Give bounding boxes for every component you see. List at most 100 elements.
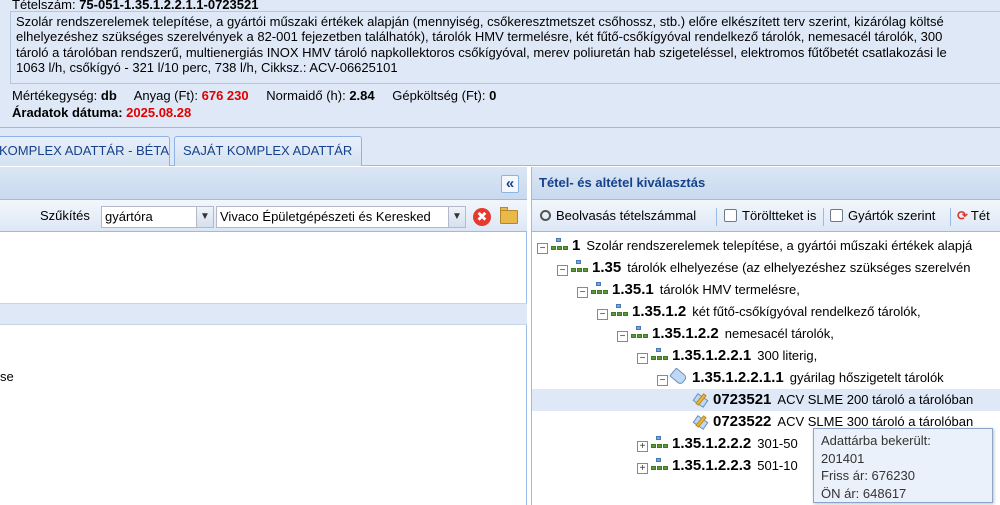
node-code: 1.35.1.2.2.1.1 bbox=[692, 369, 784, 386]
tree-node-selected[interactable]: 0723521 ACV SLME 200 tároló a tárolóban bbox=[532, 389, 1000, 411]
toolbar-divider bbox=[950, 208, 951, 226]
item-info-panel: Tételszám: 75-051-1.35.1.2.2.1.1-0723521… bbox=[0, 0, 1000, 128]
refresh-button[interactable]: ⟳ Tét bbox=[957, 208, 990, 224]
collapse-node-icon[interactable]: − bbox=[597, 309, 608, 320]
grid-row-text: se bbox=[0, 369, 14, 384]
tooltip-added-value: 201401 bbox=[821, 450, 865, 466]
tree-node[interactable]: − 1.35.1.2.2.1.1 gyárilag hőszigetelt táro… bbox=[657, 367, 944, 389]
filter-type-value: gyártóra bbox=[105, 209, 153, 224]
toolbar-divider bbox=[716, 208, 717, 226]
price-date: Áradatok dátuma: 2025.08.28 bbox=[12, 105, 191, 120]
collapse-node-icon[interactable]: − bbox=[637, 353, 648, 364]
tree-node[interactable]: − 1.35.1.2.2.1 300 literig, bbox=[637, 345, 817, 367]
node-label: 501-10 bbox=[757, 458, 798, 473]
node-code: 1.35.1.2.2 bbox=[652, 325, 719, 342]
tree-toolbar: Beolvasás tételszámmal Töröltteket is Gy… bbox=[532, 200, 1000, 232]
node-label: tárolók HMV termelésre, bbox=[659, 282, 800, 297]
hierarchy-icon bbox=[571, 260, 588, 273]
item-description: Szolár rendszerelemek telepítése, a gyár… bbox=[10, 11, 1000, 84]
node-code: 1.35 bbox=[592, 259, 622, 276]
collapse-panel-button[interactable]: « bbox=[501, 175, 519, 193]
tab-komplex-adattar-beta[interactable]: KOMPLEX ADATTÁR - BÉTA bbox=[0, 136, 170, 166]
node-label: 301-50 bbox=[757, 436, 798, 451]
item-tooltip: Adattárba bekerült: 201401 Friss ár: 676… bbox=[813, 428, 993, 503]
clear-filter-icon[interactable]: ✖ bbox=[473, 208, 491, 226]
filter-toolbar: Szűkítés gyártóra ▼ Vivaco Épületgépésze… bbox=[0, 200, 527, 232]
node-label: nemesacél tárolók, bbox=[724, 326, 834, 341]
normtime-value: 2.84 bbox=[349, 88, 375, 103]
price-date-value: 2025.08.28 bbox=[126, 105, 192, 120]
hierarchy-icon bbox=[591, 282, 608, 295]
show-deleted-checkbox[interactable]: Töröltteket is bbox=[724, 208, 816, 223]
tree-node[interactable]: +1.35.1.2.2.2 301-50 bbox=[637, 433, 798, 455]
machine-cost-value: 0 bbox=[489, 88, 497, 103]
tree-node[interactable]: − 1.35 tárolók elhelyezése (az elhelyezésh… bbox=[557, 257, 970, 279]
unit-value: db bbox=[100, 88, 117, 103]
tree-node[interactable]: − 1.35.1.2.2 nemesacél tárolók, bbox=[617, 323, 834, 345]
hierarchy-icon bbox=[611, 304, 628, 317]
checkbox-icon[interactable] bbox=[724, 209, 737, 222]
toolbar-divider bbox=[823, 208, 824, 226]
tree-node[interactable]: − 1.35.1.2 két fűtő-csőkígyóval rendelkező… bbox=[597, 301, 921, 323]
refresh-label: Tét bbox=[970, 208, 990, 223]
search-icon bbox=[540, 210, 551, 221]
filter-type-select[interactable]: gyártóra ▼ bbox=[101, 206, 214, 228]
item-stats: Mértékegység: db Anyag (Ft): 676 230 Nor… bbox=[12, 88, 496, 103]
chevron-down-icon[interactable]: ▼ bbox=[196, 207, 213, 227]
collapse-node-icon[interactable]: − bbox=[617, 331, 628, 342]
hierarchy-icon bbox=[651, 348, 668, 361]
open-folder-icon[interactable] bbox=[499, 207, 520, 225]
node-label: ACV SLME 200 tároló a tárolóban bbox=[777, 392, 974, 407]
tree-node[interactable]: − 1.35.1 tárolók HMV termelésre, bbox=[577, 279, 800, 301]
node-code: 1.35.1.2 bbox=[632, 303, 687, 320]
tooltip-added-label: Adattárba bekerült: bbox=[821, 433, 931, 448]
collapse-node-icon[interactable]: − bbox=[557, 265, 568, 276]
node-label: 300 literig, bbox=[757, 348, 818, 363]
tooltip-fresh-price: Friss ár: 676230 bbox=[821, 468, 915, 483]
collapse-node-icon[interactable]: − bbox=[657, 375, 668, 386]
node-code: 1.35.1.2.2.1 bbox=[672, 347, 752, 364]
hierarchy-icon bbox=[551, 238, 568, 251]
node-code: 1 bbox=[572, 237, 581, 254]
node-label: két fűtő-csőkígyóval rendelkező tárolók, bbox=[692, 304, 921, 319]
left-panel-header: « bbox=[0, 167, 527, 200]
panel-title: Tétel- és altétel kiválasztás bbox=[539, 175, 706, 190]
left-panel: « Szűkítés gyártóra ▼ Vivaco Épületgépés… bbox=[0, 167, 527, 505]
expand-node-icon[interactable]: + bbox=[637, 463, 648, 474]
hierarchy-icon bbox=[651, 436, 668, 449]
scan-by-item-number-button[interactable]: Beolvasás tételszámmal bbox=[540, 208, 696, 223]
tab-bar: KOMPLEX ADATTÁR - BÉTA SAJÁT KOMPLEX ADA… bbox=[0, 128, 1000, 166]
description-line: tároló a tárolóban rendszerű, multienerg… bbox=[16, 44, 947, 60]
material-label: Anyag (Ft): bbox=[133, 88, 198, 103]
chevron-down-icon[interactable]: ▼ bbox=[448, 207, 465, 227]
collapse-node-icon[interactable]: − bbox=[577, 287, 588, 298]
by-manufacturer-checkbox[interactable]: Gyártók szerint bbox=[830, 208, 935, 223]
normtime-label: Normaidő (h): bbox=[266, 88, 346, 103]
manufacturer-select[interactable]: Vivaco Épületgépészeti és Keresked ▼ bbox=[216, 206, 466, 228]
description-line: Szolár rendszerelemek telepítése, a gyár… bbox=[16, 14, 944, 29]
node-code: 0723521 bbox=[713, 391, 772, 408]
collapse-node-icon[interactable]: − bbox=[537, 243, 548, 254]
hierarchy-icon bbox=[651, 458, 668, 471]
tree-node[interactable]: − 1 Szolár rendszerelemek telepítése, a gy… bbox=[537, 235, 972, 257]
tab-sajat-komplex-adattar[interactable]: SAJÁT KOMPLEX ADATTÁR bbox=[174, 136, 362, 166]
right-panel-header: Tétel- és altétel kiválasztás bbox=[532, 167, 1000, 200]
node-code: 1.35.1.2.2.2 bbox=[672, 435, 752, 452]
edit-item-icon bbox=[692, 391, 709, 408]
description-line: elhelyezéshez szükséges szerelvények a 8… bbox=[16, 29, 943, 45]
node-label: Szolár rendszerelemek telepítése, a gyár… bbox=[586, 238, 973, 253]
checkbox-icon[interactable] bbox=[830, 209, 843, 222]
node-code: 1.35.1 bbox=[612, 281, 654, 298]
grid-selected-row[interactable] bbox=[0, 303, 527, 325]
machine-cost-label: Gépköltség (Ft): bbox=[392, 88, 486, 103]
unit-label: Mértékegység: bbox=[12, 88, 98, 103]
filter-label: Szűkítés bbox=[40, 208, 90, 223]
tree-node[interactable]: +1.35.1.2.2.3 501-10 bbox=[637, 455, 798, 477]
node-label: tárolók elhelyezése (az elhelyezéshez sz… bbox=[627, 260, 971, 275]
node-label: ACV SLME 300 tároló a tárolóban bbox=[777, 414, 974, 429]
node-label: gyárilag hőszigetelt tárolók bbox=[789, 370, 944, 385]
refresh-icon: ⟳ bbox=[957, 208, 968, 223]
expand-node-icon[interactable]: + bbox=[637, 441, 648, 452]
node-code: 0723522 bbox=[713, 413, 772, 430]
manufacturer-value: Vivaco Épületgépészeti és Keresked bbox=[220, 209, 431, 224]
